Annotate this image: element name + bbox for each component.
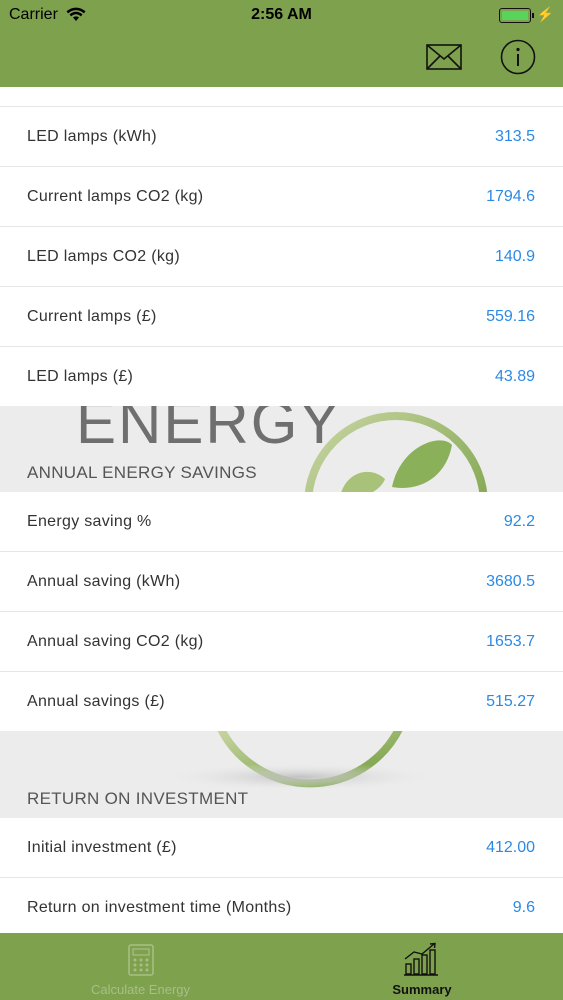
tab-bar: Calculate Energy Summary bbox=[0, 933, 563, 1000]
row-value: 43.89 bbox=[494, 368, 535, 385]
annual-savings-group: Energy saving % 92.2 Annual saving (kWh)… bbox=[0, 492, 563, 731]
row-label: LED lamps (kWh) bbox=[27, 128, 157, 145]
tab-label: Summary bbox=[392, 982, 452, 997]
row-label: Current lamps (£) bbox=[27, 308, 157, 325]
list-item: LED lamps CO2 (kg) 140.9 bbox=[0, 227, 563, 287]
summary-scroll-view[interactable]: ENERGY LED lamps (kWh) 313.5 Current lam… bbox=[0, 87, 563, 933]
row-value: 9.6 bbox=[512, 899, 535, 916]
row-value: 3680.5 bbox=[486, 573, 535, 590]
row-value: 92.2 bbox=[503, 513, 535, 530]
mail-icon[interactable] bbox=[426, 44, 462, 70]
list-item: Annual savings (£) 515.27 bbox=[0, 672, 563, 731]
comparison-group: LED lamps (kWh) 313.5 Current lamps CO2 … bbox=[0, 87, 563, 406]
list-item: LED lamps (kWh) 313.5 bbox=[0, 107, 563, 167]
section-header-roi: RETURN ON INVESTMENT bbox=[27, 789, 249, 808]
tab-label: Calculate Energy bbox=[91, 982, 190, 997]
row-label: Current lamps CO2 (kg) bbox=[27, 188, 204, 205]
status-bar: Carrier 2:56 AM ⚡ bbox=[0, 0, 563, 30]
info-icon[interactable] bbox=[500, 39, 536, 75]
row-value: 515.27 bbox=[486, 693, 535, 710]
row-label: Return on investment time (Months) bbox=[27, 899, 292, 916]
clock: 2:56 AM bbox=[251, 6, 312, 23]
list-item: Current lamps CO2 (kg) 1794.6 bbox=[0, 167, 563, 227]
list-item: Annual saving CO2 (kg) 1653.7 bbox=[0, 612, 563, 672]
list-item: Initial investment (£) 412.00 bbox=[0, 818, 563, 878]
nav-bar bbox=[0, 30, 563, 87]
list-item: Return on investment time (Months) 9.6 bbox=[0, 878, 563, 933]
row-value: 412.00 bbox=[486, 839, 535, 856]
row-label: Initial investment (£) bbox=[27, 839, 177, 856]
list-item: LED lamps (£) 43.89 bbox=[0, 347, 563, 406]
row-label: Annual saving CO2 (kg) bbox=[27, 633, 204, 650]
bar-chart-icon bbox=[404, 942, 438, 976]
list-item: Energy saving % 92.2 bbox=[0, 492, 563, 552]
calculator-icon bbox=[128, 944, 154, 976]
row-value: 313.5 bbox=[494, 128, 535, 145]
row-label: Annual saving (kWh) bbox=[27, 573, 181, 590]
tab-summary[interactable]: Summary bbox=[281, 933, 563, 1000]
row-value: 140.9 bbox=[494, 248, 535, 265]
list-item: Annual saving (kWh) 3680.5 bbox=[0, 552, 563, 612]
tab-calculate-energy[interactable]: Calculate Energy bbox=[0, 933, 281, 1000]
charging-icon: ⚡ bbox=[536, 6, 554, 22]
roi-group: Initial investment (£) 412.00 Return on … bbox=[0, 818, 563, 933]
row-value: 559.16 bbox=[486, 308, 535, 325]
row-label: Energy saving % bbox=[27, 513, 152, 530]
row-label: LED lamps CO2 (kg) bbox=[27, 248, 180, 265]
battery-icon bbox=[499, 8, 534, 23]
row-value: 1794.6 bbox=[486, 188, 535, 205]
row-label: Annual savings (£) bbox=[27, 693, 165, 710]
list-item: Current lamps (£) 559.16 bbox=[0, 287, 563, 347]
row-value: 1653.7 bbox=[486, 633, 535, 650]
section-header-annual-savings: ANNUAL ENERGY SAVINGS bbox=[27, 463, 257, 482]
row-label: LED lamps (£) bbox=[27, 368, 134, 385]
